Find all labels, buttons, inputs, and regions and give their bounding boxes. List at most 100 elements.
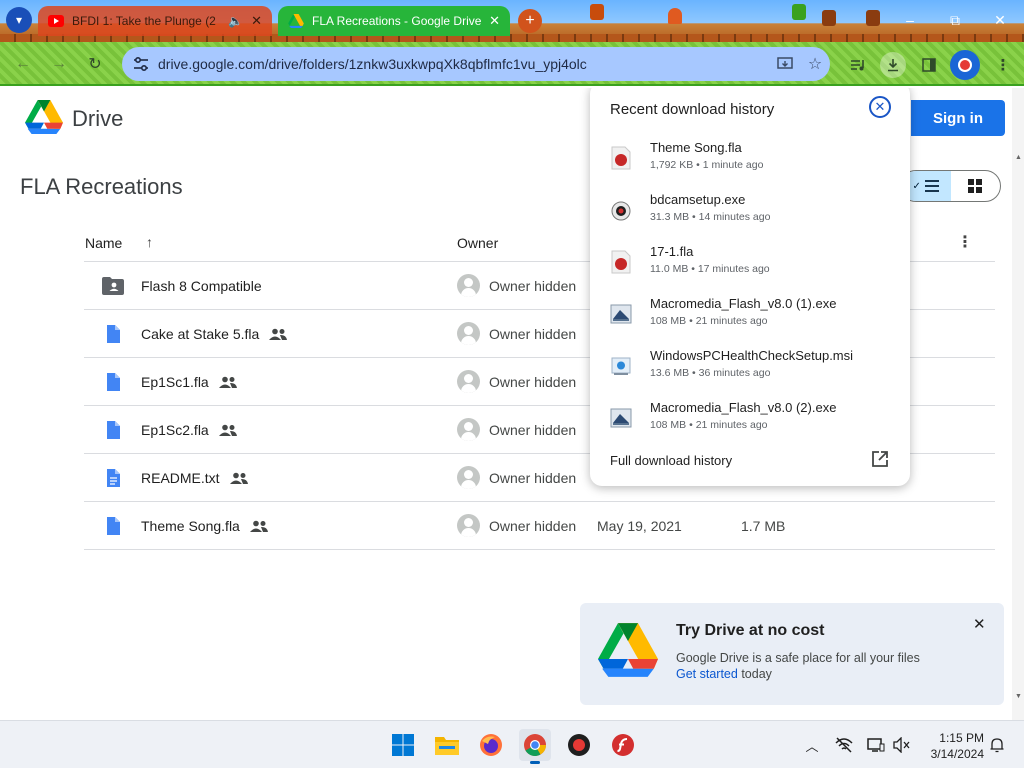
view-toggle: ✓ [900, 170, 1001, 202]
download-file-meta: 1,792 KB • 1 minute ago [650, 159, 764, 171]
column-header-name[interactable]: Name [85, 235, 122, 251]
owner-cell: Owner hidden [457, 466, 576, 489]
windows-taskbar: ︿ 1:15 PM 3/14/2024 [0, 720, 1024, 768]
document-icon [107, 469, 120, 487]
owner-avatar [457, 370, 480, 393]
notifications-bell-icon[interactable] [987, 735, 1007, 755]
full-download-history-link[interactable]: Full download history [610, 453, 732, 468]
file-explorer-button[interactable] [431, 729, 463, 761]
promo-title: Try Drive at no cost [676, 622, 825, 639]
restore-button[interactable]: ⧉ [943, 10, 967, 30]
owner-avatar [457, 322, 480, 345]
column-header-owner[interactable]: Owner [457, 235, 498, 251]
audio-playing-icon[interactable]: 🔈 [228, 14, 243, 28]
file-name[interactable]: README.txt [141, 470, 220, 486]
bookmark-star-icon[interactable]: ☆ [800, 49, 830, 79]
tab-search-button[interactable]: ▾ [6, 7, 32, 33]
profile-avatar[interactable] [950, 50, 980, 80]
tab-close-icon[interactable]: ✕ [251, 13, 262, 29]
reload-icon[interactable]: ↻ [84, 53, 106, 75]
tab-title: FLA Recreations - Google Drive [312, 14, 482, 28]
show-hidden-icons-chevron-icon[interactable]: ︿ [802, 735, 822, 755]
bandicam-button[interactable] [563, 729, 595, 761]
tab-fla-recreations[interactable]: FLA Recreations - Google Drive ✕ [278, 6, 510, 36]
download-file-meta: 11.0 MB • 17 minutes ago [650, 263, 770, 275]
forward-arrow-icon[interactable]: → [48, 53, 70, 75]
flash-button[interactable] [607, 729, 639, 761]
sign-in-button[interactable]: Sign in [911, 100, 1005, 136]
folder-icon [435, 737, 459, 755]
record-icon [568, 734, 590, 756]
side-panel-icon[interactable] [916, 52, 942, 78]
folder-title: FLA Recreations [20, 174, 183, 199]
chrome-button[interactable] [519, 729, 551, 764]
download-file-name: Macromedia_Flash_v8.0 (1).exe [650, 296, 837, 311]
promo-body: Google Drive is a safe place for all you… [676, 651, 920, 665]
file-name[interactable]: Ep1Sc2.fla [141, 422, 209, 438]
column-options-icon[interactable]: ⋮ [957, 232, 973, 252]
close-icon[interactable]: ✕ [869, 96, 891, 118]
clock-date: 3/14/2024 [930, 747, 984, 761]
download-item[interactable]: Macromedia_Flash_v8.0 (2).exe 108 MB • 2… [610, 400, 890, 440]
tab-bfdi-video[interactable]: BFDI 1: Take the Plunge (2 🔈 ✕ [38, 6, 272, 36]
scroll-down-arrow-icon[interactable]: ▼ [1015, 693, 1022, 700]
close-window-button[interactable]: ✕ [988, 10, 1012, 30]
fla-icon [611, 146, 631, 170]
grid-view-button[interactable] [951, 171, 1001, 201]
file-name[interactable]: Flash 8 Compatible [141, 278, 262, 294]
downloads-icon[interactable] [880, 52, 906, 78]
browser-toolbar: ← → ↻ drive.google.com/drive/folders/1zn… [0, 42, 1024, 86]
download-item[interactable]: 17-1.fla 11.0 MB • 17 minutes ago [610, 244, 890, 284]
google-drive-logo[interactable] [25, 100, 63, 134]
shared-folder-icon [102, 277, 124, 295]
clock-time: 1:15 PM [939, 731, 984, 745]
firefox-button[interactable] [475, 729, 507, 761]
start-button[interactable] [387, 729, 419, 761]
download-file-meta: 108 MB • 21 minutes ago [650, 315, 768, 327]
owner-cell: Owner hidden [457, 514, 576, 537]
chrome-icon [524, 734, 546, 756]
site-info-icon[interactable] [128, 51, 154, 77]
download-item[interactable]: Macromedia_Flash_v8.0 (1).exe 108 MB • 2… [610, 296, 890, 336]
tab-close-icon[interactable]: ✕ [489, 13, 500, 29]
address-bar[interactable]: drive.google.com/drive/folders/1znkw3uxk… [122, 47, 830, 81]
windows-logo-icon [392, 734, 414, 756]
theme-mario-sprite [590, 4, 604, 20]
url-text[interactable]: drive.google.com/drive/folders/1znkw3uxk… [158, 56, 770, 72]
page-scrollbar[interactable]: ▲ ▼ [1012, 88, 1024, 720]
close-icon[interactable]: ✕ [973, 615, 986, 633]
download-item[interactable]: WindowsPCHealthCheckSetup.msi 13.6 MB • … [610, 348, 890, 388]
install-app-icon[interactable] [770, 49, 800, 79]
file-name[interactable]: Theme Song.fla [141, 518, 240, 534]
open-in-new-icon[interactable] [871, 450, 889, 468]
owner-name: Owner hidden [489, 421, 577, 438]
system-clock[interactable]: 1:15 PM 3/14/2024 [918, 730, 984, 762]
tab-title: BFDI 1: Take the Plunge (2 [72, 14, 216, 28]
new-tab-button[interactable]: + [518, 9, 542, 33]
browser-menu-icon[interactable]: ⋮ [990, 52, 1016, 78]
display-icon[interactable] [866, 735, 886, 755]
owner-name: Owner hidden [489, 277, 577, 294]
no-internet-icon[interactable] [834, 735, 854, 755]
file-name[interactable]: Cake at Stake 5.fla [141, 326, 259, 342]
theme-mushroom-sprite [668, 8, 682, 24]
back-arrow-icon[interactable]: ← [12, 53, 34, 75]
download-item[interactable]: Theme Song.fla 1,792 KB • 1 minute ago [610, 140, 890, 180]
scroll-up-arrow-icon[interactable]: ▲ [1015, 154, 1022, 161]
minimize-button[interactable]: – [898, 10, 922, 30]
download-file-meta: 108 MB • 21 minutes ago [650, 419, 768, 431]
owner-cell: Owner hidden [457, 274, 576, 297]
file-name[interactable]: Ep1Sc1.fla [141, 374, 209, 390]
shared-people-icon [218, 376, 237, 388]
volume-muted-icon[interactable] [892, 735, 912, 755]
google-drive-icon [288, 14, 304, 28]
get-started-link[interactable]: Get started [676, 667, 738, 681]
drive-app-name: Drive [72, 106, 124, 131]
sort-ascending-icon[interactable]: ↑ [146, 234, 153, 250]
media-controls-icon[interactable] [845, 52, 871, 78]
download-file-name: bdcamsetup.exe [650, 192, 746, 207]
table-row[interactable]: Theme Song.fla Owner hidden May 19, 2021… [84, 502, 995, 550]
download-popup-title: Recent download history [610, 101, 775, 118]
download-item[interactable]: bdcamsetup.exe 31.3 MB • 14 minutes ago [610, 192, 890, 232]
file-icon [107, 373, 120, 391]
